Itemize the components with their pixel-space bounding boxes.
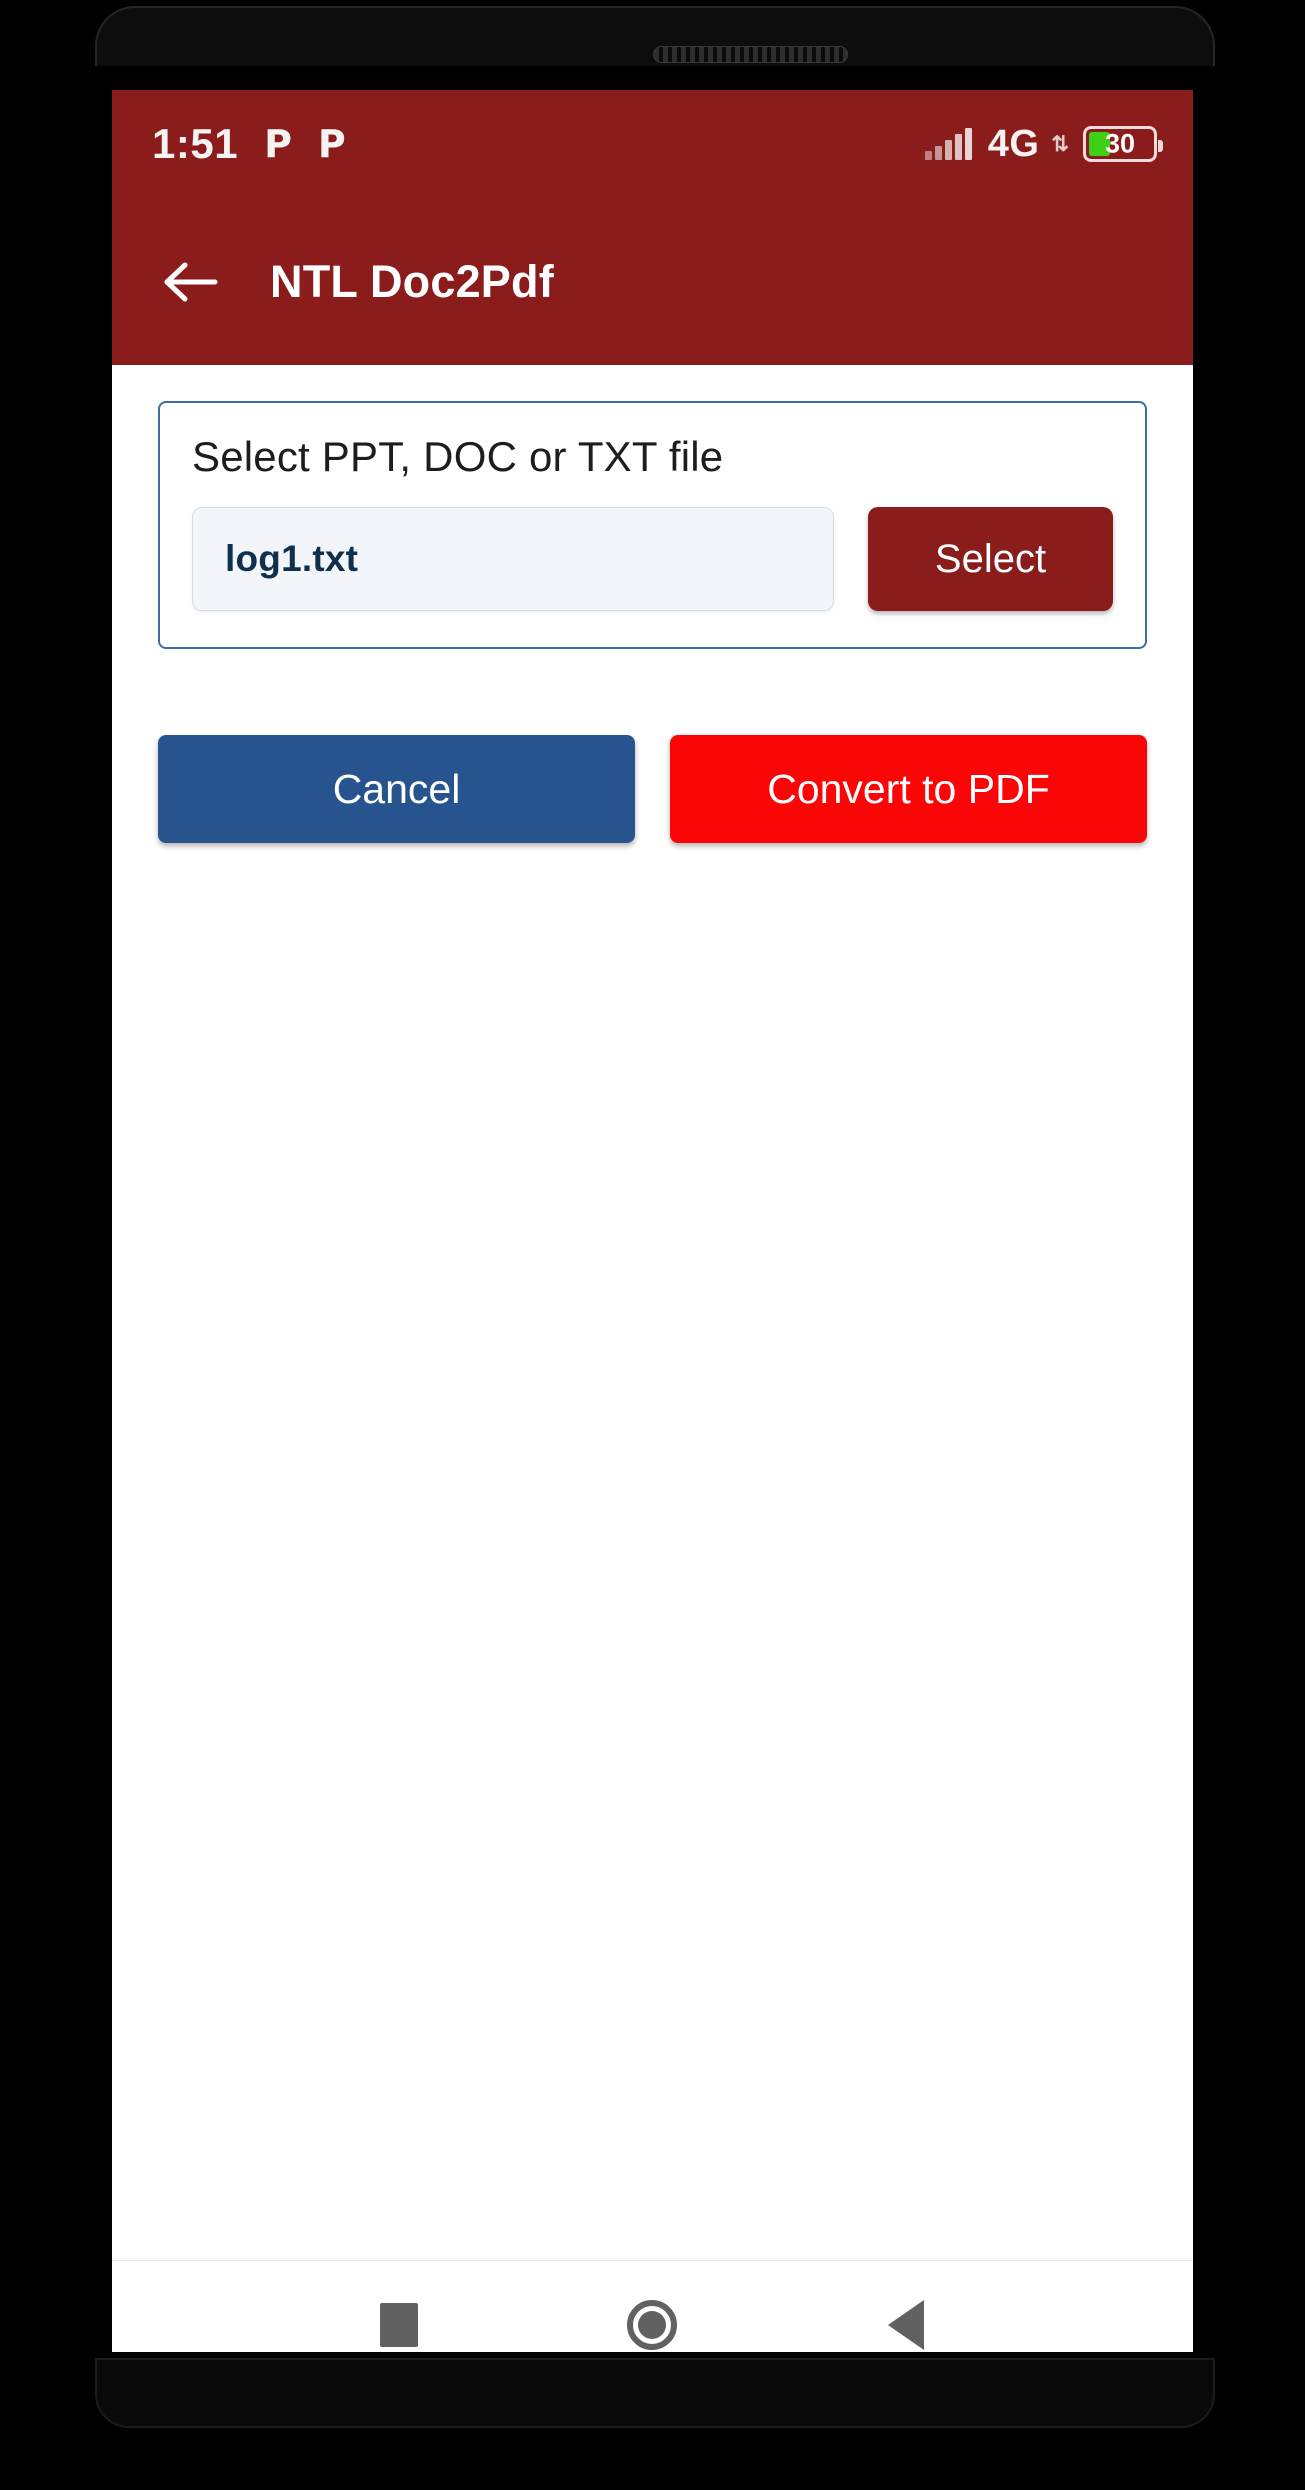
file-select-card: Select PPT, DOC or TXT file log1.txt Sel… <box>158 401 1147 649</box>
main-content: Select PPT, DOC or TXT file log1.txt Sel… <box>112 401 1193 2352</box>
back-shape <box>888 2299 925 2350</box>
battery-level-label: 30 <box>1104 128 1136 159</box>
status-bar-right: 4G ⇅ 30 <box>924 122 1163 166</box>
android-nav-bar <box>112 2260 1193 2352</box>
notification-icon-2: P <box>317 122 346 166</box>
square-recents-icon[interactable] <box>344 2270 454 2353</box>
device-top-bezel <box>95 6 1215 66</box>
convert-to-pdf-button[interactable]: Convert to PDF <box>670 735 1147 843</box>
status-bar: 1:51 P P 4G ⇅ 30 <box>112 90 1193 198</box>
triangle-back-icon[interactable] <box>851 2270 961 2353</box>
file-select-row: log1.txt Select <box>192 507 1113 611</box>
battery-icon: 30 <box>1083 126 1163 162</box>
device-frame: 1:51 P P 4G ⇅ 30 NTL Doc2Pdf Select PPT,… <box>0 0 1305 2490</box>
data-transfer-arrows-icon: ⇅ <box>1051 132 1069 156</box>
phone-screen: 1:51 P P 4G ⇅ 30 NTL Doc2Pdf Select PPT,… <box>112 90 1193 2352</box>
arrow-left-icon[interactable] <box>152 243 230 321</box>
file-name-input[interactable]: log1.txt <box>192 507 834 611</box>
network-type-label: 4G <box>987 122 1040 165</box>
recents-shape <box>379 2302 418 2347</box>
action-buttons-row: Cancel Convert to PDF <box>158 735 1147 843</box>
status-bar-left: 1:51 P P <box>152 120 346 168</box>
status-time: 1:51 <box>152 120 239 167</box>
home-shape <box>627 2299 678 2350</box>
signal-bars-icon <box>924 128 972 160</box>
notification-icon-1: P <box>264 122 292 166</box>
file-name-value: log1.txt <box>225 538 359 579</box>
cancel-button[interactable]: Cancel <box>158 735 635 843</box>
app-bar: NTL Doc2Pdf <box>112 198 1193 365</box>
circle-home-icon[interactable] <box>597 2270 707 2353</box>
speaker-grille-icon <box>653 46 848 63</box>
device-bottom-bezel <box>95 2358 1215 2428</box>
file-select-label: Select PPT, DOC or TXT file <box>192 433 724 480</box>
select-file-button[interactable]: Select <box>868 507 1113 611</box>
page-title: NTL Doc2Pdf <box>270 255 554 307</box>
